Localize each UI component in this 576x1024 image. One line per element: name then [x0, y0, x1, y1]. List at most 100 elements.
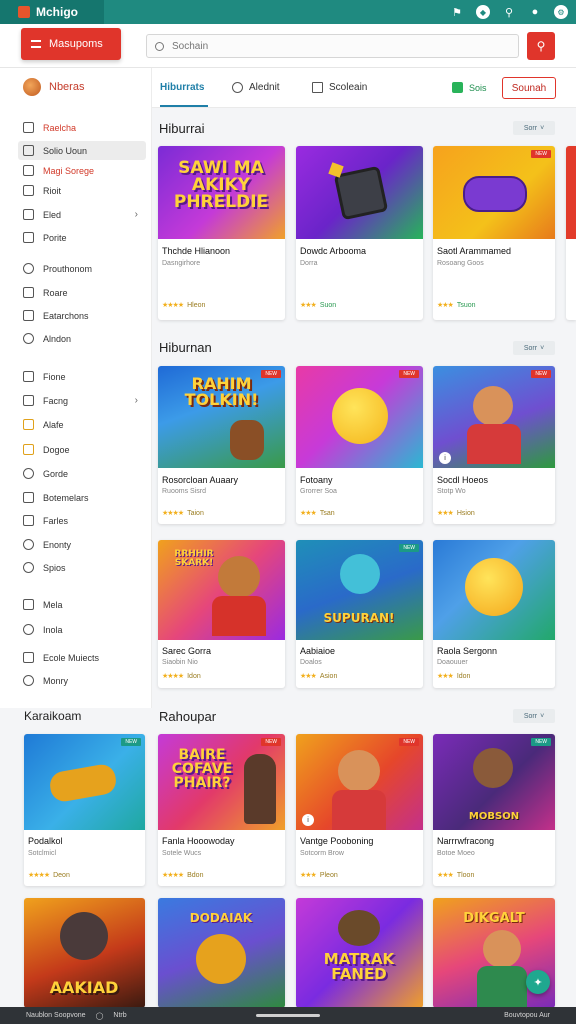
home-indicator[interactable]: [256, 1014, 320, 1017]
menu-button[interactable]: Masupoms: [21, 28, 121, 60]
sidebar-item-10[interactable]: Fione: [18, 367, 146, 386]
sidebar-item-label: Prouthonom: [43, 263, 93, 274]
search-submit-button[interactable]: ⚲: [527, 32, 555, 60]
sidebar-item-14[interactable]: Gorde: [18, 464, 146, 483]
card-title: Socdl Hoeos: [437, 475, 489, 485]
card-rating: ★★★ Suon: [300, 301, 336, 309]
search-box[interactable]: [146, 34, 519, 58]
bottom-mid-text: Ntrb: [113, 1012, 127, 1019]
card-badge: NEW: [531, 150, 551, 158]
sort-button[interactable]: Sorr ˅: [513, 709, 555, 723]
game-card[interactable]: NEW Podalkol Sotclmicl ★★★★ Deon: [24, 734, 145, 886]
game-card[interactable]: NEW i Vantge Pooboning Sotcorm Brow ★★★ P…: [296, 734, 423, 886]
info-icon[interactable]: i: [439, 452, 451, 464]
tab-scoleain[interactable]: Scoleain: [312, 82, 367, 93]
sidebar-item-17[interactable]: Enonty: [18, 535, 146, 554]
star-icon: [23, 419, 34, 430]
sidebar-item-label: Inola: [43, 624, 63, 635]
sidebar-item-3[interactable]: Rioit: [18, 181, 146, 200]
sidebar-item-18[interactable]: Spios: [18, 558, 146, 577]
game-card[interactable]: Dowdc Arbooma Dorra ★★★ Suon: [296, 146, 423, 320]
sidebar-item-5[interactable]: Porite: [18, 228, 146, 247]
rating-label: Tsuon: [456, 302, 476, 309]
game-thumbnail: NEW i: [296, 734, 423, 830]
game-card[interactable]: NEW Saotl Arammamed Rosoang Goos ★★★ Tsuo…: [433, 146, 555, 320]
sidebar-item-2[interactable]: Magi Sorege: [18, 161, 146, 180]
outline-button[interactable]: Sounah: [502, 77, 556, 99]
chevron-right-icon: ›: [134, 209, 138, 220]
game-card[interactable]: NEW Fotoany Grorrer Soa ★★★ Tsan: [296, 366, 423, 524]
user-icon[interactable]: ●: [528, 5, 542, 19]
card-subtitle: Dorra: [300, 260, 318, 267]
shield-icon[interactable]: ◆: [476, 5, 490, 19]
tab-label: Scoleain: [329, 82, 368, 93]
sidebar-item-21[interactable]: Ecole Muiects: [18, 648, 146, 667]
sidebar-item-7[interactable]: Roare: [18, 283, 146, 302]
card-rating: ★★★★ Hleon: [162, 301, 205, 309]
game-card[interactable]: Raola Sergonn Doaouuer ★★★ Idon: [433, 540, 555, 688]
profile[interactable]: Nberas: [23, 78, 84, 96]
tab-alednit[interactable]: Alednit: [232, 82, 280, 93]
sidebar-item-4[interactable]: Eled ›: [18, 205, 146, 224]
game-card-partial[interactable]: [566, 146, 576, 320]
search-input[interactable]: [172, 40, 472, 52]
pin-icon[interactable]: ⚑: [450, 5, 464, 19]
sidebar-item-12[interactable]: Alafe: [18, 415, 146, 434]
sidebar-item-6[interactable]: Prouthonom: [18, 259, 146, 278]
app-title: Mchigo: [36, 5, 78, 19]
game-card[interactable]: NEW RAHIM TOLKIN! Rosorcloan Auaary Ruoo…: [158, 366, 285, 524]
status-pill[interactable]: Sois: [452, 82, 487, 93]
card-subtitle: Sotele Wucs: [162, 850, 202, 857]
sidebar-item-1[interactable]: Solio Uoun: [18, 141, 146, 160]
sidebar-item-16[interactable]: Farles: [18, 511, 146, 530]
heart-icon: [23, 263, 34, 274]
sidebar-item-19[interactable]: Mela: [18, 595, 146, 614]
sidebar-item-8[interactable]: Eatarchons: [18, 306, 146, 325]
star-rating-icon: ★★★★: [162, 872, 184, 879]
floating-action-button[interactable]: ✦: [526, 970, 550, 994]
sidebar-item-9[interactable]: Alndon: [18, 329, 146, 348]
sidebar-item-15[interactable]: Botemelars: [18, 488, 146, 507]
document-icon: [23, 185, 34, 196]
tab-hiburrats[interactable]: Hiburrats: [160, 82, 204, 93]
info-icon[interactable]: i: [302, 814, 314, 826]
sidebar-item-20[interactable]: Inola: [18, 620, 146, 639]
sidebar-item-11[interactable]: Facng ›: [18, 391, 146, 410]
rating-label: Suon: [319, 302, 337, 309]
game-card[interactable]: NEW BAIRE COFAVE PHAIR? Fanla Hooowoday …: [158, 734, 285, 886]
tabs-bar: Hiburrats Alednit Scoleain Sois Sounah: [152, 68, 576, 108]
avatar: [23, 78, 41, 96]
sidebar-item-22[interactable]: Monry: [18, 671, 146, 690]
game-thumbnail: NEW MOBSON: [433, 734, 555, 830]
game-card[interactable]: MATRAK FANED: [296, 898, 423, 1008]
rating-label: Taion: [187, 510, 204, 517]
sidebar-item-13[interactable]: Dogoe: [18, 440, 146, 459]
settings-icon[interactable]: ⚙: [554, 5, 568, 19]
menu-button-label: Masupoms: [49, 38, 103, 50]
sort-button[interactable]: Sorr ˅: [513, 341, 555, 355]
app-brand[interactable]: Mchigo: [0, 0, 104, 24]
smiley-illustration: [465, 558, 523, 616]
game-card[interactable]: RRHHIR SKARK! Sarec Gorra Siaobin Nio ★★…: [158, 540, 285, 688]
sidebar-item-label: Spios: [43, 562, 66, 573]
card-title: Narrrwfracong: [437, 836, 495, 846]
card-rating: ★★★ Tsuon: [437, 301, 476, 309]
sidebar-item-label: Eled: [43, 209, 62, 220]
search-icon[interactable]: ⚲: [502, 5, 516, 19]
game-card[interactable]: AAKIAD: [24, 898, 145, 1008]
rating-label: Bdon: [187, 872, 204, 879]
game-card[interactable]: NEW SUPURAN! Aabiaioe Doalos ★★★ Asion: [296, 540, 423, 688]
award-icon: [23, 444, 34, 455]
sidebar-item-label: Alafe: [43, 419, 64, 430]
game-card[interactable]: NEW MOBSON Narrrwfracong Botoe Moeo ★★★ T…: [433, 734, 555, 886]
sort-button[interactable]: Sorr ˅: [513, 121, 555, 135]
star-rating-icon: ★★★: [437, 673, 454, 680]
game-card[interactable]: SAWI MA AKIKY PHRELDIE Thchde Hlianoon D…: [158, 146, 285, 320]
sort-label: Sorr: [523, 712, 538, 720]
bottom-system-bar: Naublon Soopvone ◯ Ntrb Bouvtopou Aur: [0, 1007, 576, 1024]
game-card[interactable]: NEW i Socdl Hoeos Stotp Wo ★★★ Hsion: [433, 366, 555, 524]
game-card[interactable]: DODAIAK: [158, 898, 285, 1008]
card-rating: ★★★ Asion: [300, 672, 337, 680]
sidebar-item-0[interactable]: Raelcha: [18, 118, 146, 137]
star-rating-icon: ★★★: [300, 673, 317, 680]
